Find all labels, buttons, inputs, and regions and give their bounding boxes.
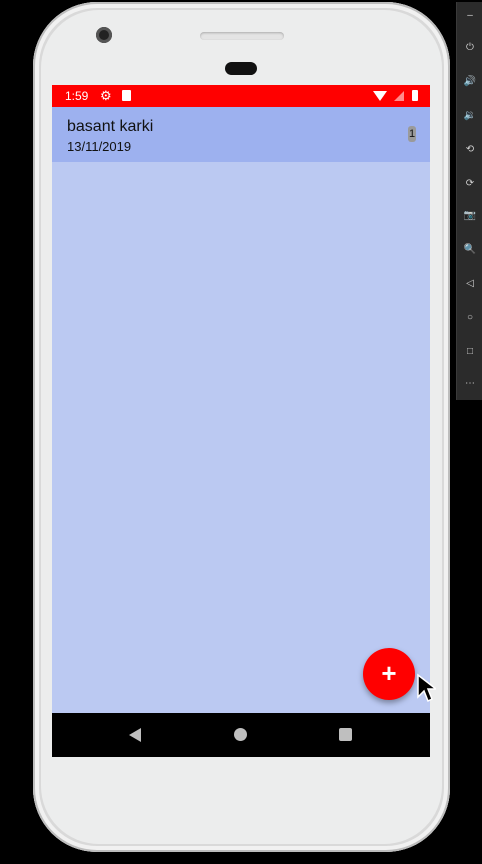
back-icon[interactable] [129,728,141,742]
item-date: 13/11/2019 [67,139,132,154]
emulator-toolbar: – ⏻ 🔊 🔉 ⟲ ⟳ 📷 🔍 ◁ ○ □ ⋯ [456,2,482,400]
overview-icon[interactable]: □ [457,342,482,362]
list-item[interactable]: basant karki 13/11/2019 1 [52,107,430,162]
mouse-cursor-icon [417,673,436,703]
more-icon[interactable]: ⋯ [457,374,482,394]
signal-icon [394,91,404,101]
minimize-icon[interactable]: – [457,6,482,26]
status-time: 1:59 [65,89,89,103]
volume-down-icon[interactable]: 🔉 [457,106,482,126]
add-button[interactable]: + [363,648,415,700]
zoom-icon[interactable]: 🔍 [457,240,482,260]
volume-up-icon[interactable]: 🔊 [457,72,482,92]
home-icon[interactable] [234,728,247,741]
wifi-icon [373,91,387,101]
battery-icon [412,90,418,101]
item-badge: 1 [408,126,416,142]
rotate-left-icon[interactable]: ⟲ [457,140,482,160]
status-bar: 1:59 ⚙ [52,85,430,107]
earpiece [225,62,257,75]
app-screen: 1:59 ⚙ basant karki 13/11/2019 1 + [52,85,430,757]
item-name: basant karki [67,118,154,135]
sdcard-icon [122,90,131,101]
front-camera [96,27,112,43]
navigation-bar [52,713,430,757]
recents-icon[interactable] [339,728,352,741]
rotate-right-icon[interactable]: ⟳ [457,174,482,194]
home-icon[interactable]: ○ [457,308,482,328]
back-icon[interactable]: ◁ [457,274,482,294]
power-icon[interactable]: ⏻ [457,38,482,58]
camera-icon[interactable]: 📷 [457,206,482,226]
speaker-grill [200,32,284,40]
gear-icon: ⚙ [100,88,112,103]
